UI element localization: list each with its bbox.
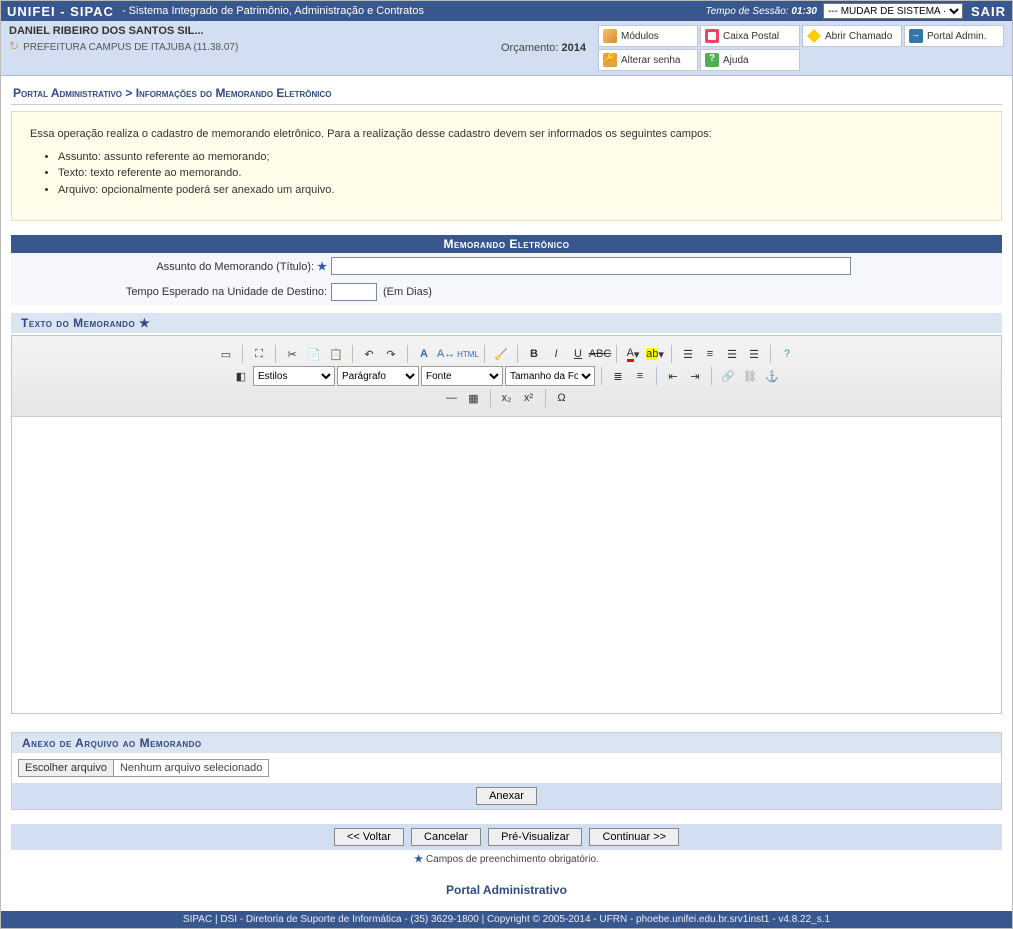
clear-formatting-icon[interactable]: 🧹 bbox=[491, 344, 511, 364]
editor-toolbar: ▭ ⛶ ✂ 📄 📋 ↶ ↷ A A↔ HTML 🧹 B I U bbox=[12, 336, 1001, 417]
portal-icon bbox=[909, 29, 923, 43]
session-timer: Tempo de Sessão: 01:30 bbox=[706, 6, 817, 17]
file-chosen-label: Nenhum arquivo selecionado bbox=[114, 760, 268, 776]
highlight-color-icon[interactable]: ab▾ bbox=[645, 344, 665, 364]
quick-menu: Módulos Caixa Postal Abrir Chamado Porta… bbox=[598, 25, 1004, 71]
change-password-button[interactable]: Alterar senha bbox=[598, 49, 698, 71]
new-document-icon[interactable]: ▭ bbox=[216, 344, 236, 364]
memo-text-section-title: Texto do Memorando ★ bbox=[11, 313, 1002, 333]
app-title: UNIFEI - SIPAC bbox=[7, 4, 114, 19]
font-select[interactable]: Fonte bbox=[421, 366, 503, 386]
attachment-section-title: Anexo de Arquivo ao Memorando bbox=[12, 733, 1001, 753]
eraser-icon[interactable]: ◧ bbox=[231, 366, 251, 386]
mailbox-icon bbox=[705, 29, 719, 43]
portal-admin-link[interactable]: Portal Administrativo bbox=[11, 883, 1002, 897]
undo-icon[interactable]: ↶ bbox=[359, 344, 379, 364]
action-bar bbox=[11, 824, 1002, 850]
underline-icon[interactable]: U bbox=[568, 344, 588, 364]
required-star-icon: ★ bbox=[414, 854, 423, 865]
modules-button[interactable]: Módulos bbox=[598, 25, 698, 47]
horizontal-rule-icon[interactable]: — bbox=[442, 388, 462, 408]
subscript-icon[interactable]: x₂ bbox=[497, 388, 517, 408]
attachment-section: Anexo de Arquivo ao Memorando Escolher a… bbox=[11, 732, 1002, 810]
font-size-select[interactable]: Tamanho da Fo bbox=[505, 366, 595, 386]
app-description: - Sistema Integrado de Patrimônio, Admin… bbox=[122, 5, 424, 17]
find-icon[interactable]: A bbox=[414, 344, 434, 364]
copy-icon[interactable]: 📄 bbox=[304, 344, 324, 364]
superscript-icon[interactable]: x² bbox=[519, 388, 539, 408]
budget-label: Orçamento: 2014 bbox=[501, 42, 586, 54]
align-center-icon[interactable]: ≡ bbox=[700, 344, 720, 364]
anchor-icon[interactable]: ⚓ bbox=[762, 366, 782, 386]
breadcrumb: Portal Administrativo > Informações do M… bbox=[11, 80, 1002, 105]
align-right-icon[interactable]: ☰ bbox=[722, 344, 742, 364]
paste-icon[interactable]: 📋 bbox=[326, 344, 346, 364]
file-picker[interactable]: Escolher arquivo Nenhum arquivo selecion… bbox=[18, 759, 269, 777]
expected-time-row: Tempo Esperado na Unidade de Destino: (E… bbox=[11, 279, 1002, 305]
days-suffix: (Em Dias) bbox=[383, 286, 432, 298]
mailbox-button[interactable]: Caixa Postal bbox=[700, 25, 800, 47]
align-left-icon[interactable]: ☰ bbox=[678, 344, 698, 364]
special-character-icon[interactable]: Ω bbox=[552, 388, 572, 408]
link-icon[interactable]: 🔗 bbox=[718, 366, 738, 386]
instructions-panel: Essa operação realiza o cadastro de memo… bbox=[11, 111, 1002, 221]
cut-icon[interactable]: ✂ bbox=[282, 344, 302, 364]
subject-input[interactable] bbox=[331, 257, 851, 275]
logout-link[interactable]: SAIR bbox=[971, 4, 1006, 19]
key-icon bbox=[603, 53, 617, 67]
rich-text-editor: ▭ ⛶ ✂ 📄 📋 ↶ ↷ A A↔ HTML 🧹 B I U bbox=[11, 335, 1002, 714]
instruction-item: Texto: texto referente ao memorando. bbox=[58, 165, 983, 182]
cancel-button[interactable] bbox=[411, 828, 481, 846]
memo-section-title: Memorando Eletrônico bbox=[11, 235, 1002, 253]
editor-textarea[interactable] bbox=[12, 417, 1001, 713]
back-button[interactable] bbox=[334, 828, 404, 846]
styles-select[interactable]: Estilos bbox=[253, 366, 335, 386]
open-ticket-button[interactable]: Abrir Chamado bbox=[802, 25, 902, 47]
footer: SIPAC | DSI - Diretoria de Suporte de In… bbox=[1, 911, 1012, 928]
instructions-intro: Essa operação realiza o cadastro de memo… bbox=[30, 126, 983, 143]
redo-icon[interactable]: ↷ bbox=[381, 344, 401, 364]
help-icon bbox=[705, 53, 719, 67]
help-button[interactable]: Ajuda bbox=[700, 49, 800, 71]
portal-admin-button[interactable]: Portal Admin. bbox=[904, 25, 1004, 47]
html-icon[interactable]: HTML bbox=[458, 344, 478, 364]
about-icon[interactable]: ? bbox=[777, 344, 797, 364]
preview-button[interactable] bbox=[488, 828, 582, 846]
attach-button[interactable] bbox=[476, 787, 537, 805]
outdent-icon[interactable]: ⇤ bbox=[663, 366, 683, 386]
top-bar: UNIFEI - SIPAC - Sistema Integrado de Pa… bbox=[1, 1, 1012, 21]
choose-file-button[interactable]: Escolher arquivo bbox=[19, 760, 114, 776]
modules-icon bbox=[603, 29, 617, 43]
required-star-icon: ★ bbox=[139, 316, 150, 330]
user-unit: PREFEITURA CAMPUS DE ITAJUBA (11.38.07) bbox=[9, 39, 501, 53]
instruction-item: Assunto: assunto referente ao memorando; bbox=[58, 149, 983, 166]
fullscreen-icon[interactable]: ⛶ bbox=[249, 344, 269, 364]
paragraph-select[interactable]: Parágrafo bbox=[337, 366, 419, 386]
change-system-select[interactable]: --- MUDAR DE SISTEMA · bbox=[823, 3, 963, 19]
bold-icon[interactable]: B bbox=[524, 344, 544, 364]
user-name: DANIEL RIBEIRO DOS SANTOS SIL... bbox=[9, 25, 501, 37]
subject-row: Assunto do Memorando (Título): ★ bbox=[11, 253, 1002, 279]
required-star-icon: ★ bbox=[317, 261, 327, 273]
instruction-item: Arquivo: opcionalmente poderá ser anexad… bbox=[58, 182, 983, 199]
continue-button[interactable] bbox=[589, 828, 679, 846]
align-justify-icon[interactable]: ☰ bbox=[744, 344, 764, 364]
user-info-bar: DANIEL RIBEIRO DOS SANTOS SIL... PREFEIT… bbox=[1, 21, 1012, 76]
replace-icon[interactable]: A↔ bbox=[436, 344, 456, 364]
ordered-list-icon[interactable]: ≡ bbox=[630, 366, 650, 386]
indent-icon[interactable]: ⇥ bbox=[685, 366, 705, 386]
expected-days-input[interactable] bbox=[331, 283, 377, 301]
strikethrough-icon[interactable]: ABC bbox=[590, 344, 610, 364]
italic-icon[interactable]: I bbox=[546, 344, 566, 364]
ticket-icon bbox=[807, 29, 821, 43]
text-color-icon[interactable]: A▾ bbox=[623, 344, 643, 364]
required-note: ★ Campos de preenchimento obrigatório. bbox=[11, 854, 1002, 865]
unordered-list-icon[interactable]: ≣ bbox=[608, 366, 628, 386]
insert-table-icon[interactable]: ▦ bbox=[464, 388, 484, 408]
unlink-icon[interactable]: ⛓ bbox=[740, 366, 760, 386]
